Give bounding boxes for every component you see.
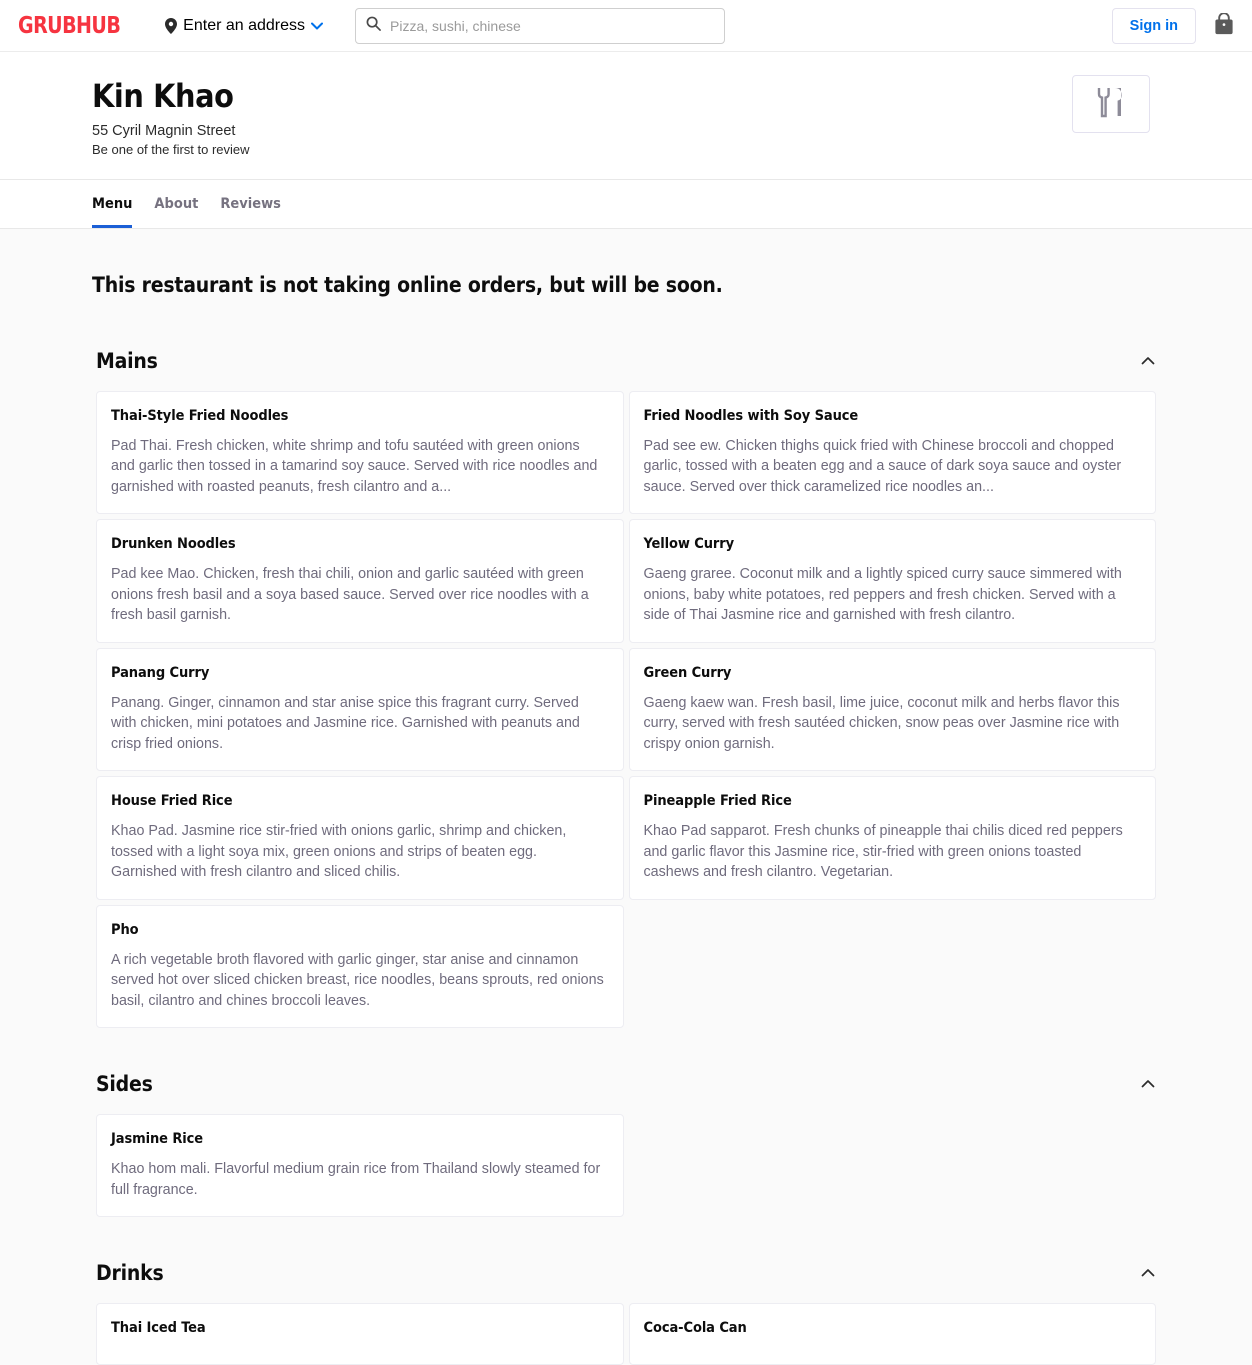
menu-item-description: Khao Pad. Jasmine rice stir-fried with o… bbox=[111, 823, 567, 881]
menu-item-description: Pad Thai. Fresh chicken, white shrimp an… bbox=[111, 437, 598, 495]
fork-and-knife-icon bbox=[1096, 85, 1126, 124]
menu-item-grid-sides: Jasmine Rice Khao hom mali. Flavorful me… bbox=[92, 1114, 1160, 1218]
menu-item-name: Pineapple Fried Rice bbox=[643, 793, 792, 810]
menu-item-name: Drunken Noodles bbox=[111, 536, 236, 553]
search-icon bbox=[366, 16, 381, 36]
menu-section-sides: Sides Jasmine Rice Khao hom mali. Flavor… bbox=[92, 1072, 1160, 1218]
chevron-up-icon[interactable] bbox=[1140, 353, 1156, 369]
top-bar-actions: Sign in bbox=[1111, 7, 1236, 44]
menu-item-card[interactable]: Pho A rich vegetable broth flavored with… bbox=[96, 904, 624, 1029]
menu-item-description: Pad kee Mao. Chicken, fresh thai chili, … bbox=[111, 566, 589, 624]
menu-item-card[interactable]: Thai Iced Tea bbox=[96, 1303, 624, 1365]
menu-item-name: Thai-Style Fried Noodles bbox=[111, 407, 289, 424]
menu-item-name: Yellow Curry bbox=[643, 536, 735, 553]
menu-item-description: Khao Pad sapparot. Fresh chunks of pinea… bbox=[643, 823, 1123, 881]
search-input[interactable] bbox=[390, 17, 715, 34]
tab-list: Menu About Reviews bbox=[92, 180, 1160, 228]
shopping-bag-icon bbox=[1214, 12, 1234, 38]
tab-menu[interactable]: Menu bbox=[92, 180, 133, 228]
address-selector[interactable]: Enter an address bbox=[165, 16, 324, 35]
section-title-sides: Sides bbox=[96, 1072, 153, 1097]
section-header-sides[interactable]: Sides bbox=[92, 1072, 1160, 1114]
menu-item-card[interactable]: House Fried Rice Khao Pad. Jasmine rice … bbox=[96, 776, 624, 900]
restaurant-tabs-bar: Menu About Reviews bbox=[0, 179, 1252, 229]
menu-item-description: Panang. Ginger, cinnamon and star anise … bbox=[111, 694, 580, 752]
menu-item-grid-drinks: Thai Iced Tea Coca-Cola Can bbox=[92, 1303, 1160, 1365]
menu-item-description: A rich vegetable broth flavored with gar… bbox=[111, 951, 604, 1009]
shopping-bag-button[interactable] bbox=[1212, 11, 1236, 40]
menu-item-card[interactable]: Coca-Cola Can bbox=[628, 1303, 1156, 1365]
section-header-drinks[interactable]: Drinks bbox=[92, 1261, 1160, 1303]
menu-item-name: House Fried Rice bbox=[111, 793, 233, 810]
menu-item-name: Jasmine Rice bbox=[111, 1131, 204, 1148]
menu-item-grid-mains: Thai-Style Fried Noodles Pad Thai. Fresh… bbox=[92, 390, 1160, 1029]
menu-section-drinks: Drinks Thai Iced Tea Coca-Cola Can bbox=[92, 1261, 1160, 1365]
section-title-mains: Mains bbox=[96, 348, 158, 373]
order-status-notice: This restaurant is not taking online ord… bbox=[92, 272, 723, 297]
restaurant-logo-placeholder bbox=[1072, 75, 1150, 133]
restaurant-review-status: Be one of the first to review bbox=[92, 141, 250, 157]
menu-item-description: Khao hom mali. Flavorful medium grain ri… bbox=[111, 1161, 601, 1198]
tab-about[interactable]: About bbox=[154, 180, 198, 228]
menu-section-mains: Mains Thai-Style Fried Noodles Pad Thai.… bbox=[92, 349, 1160, 1029]
section-header-mains[interactable]: Mains bbox=[92, 349, 1160, 391]
menu-item-card[interactable]: Yellow Curry Gaeng graree. Coconut milk … bbox=[628, 519, 1156, 643]
menu-item-card[interactable]: Green Curry Gaeng kaew wan. Fresh basil,… bbox=[628, 647, 1156, 772]
menu-item-name: Pho bbox=[111, 921, 139, 938]
menu-item-name: Fried Noodles with Soy Sauce bbox=[643, 407, 859, 424]
chevron-up-icon[interactable] bbox=[1140, 1076, 1156, 1092]
top-navigation-bar: GRUBHUB Enter an address Sign in bbox=[0, 0, 1252, 52]
section-title-drinks: Drinks bbox=[96, 1261, 164, 1286]
menu-item-description: Pad see ew. Chicken thighs quick fried w… bbox=[643, 437, 1122, 495]
menu-content: This restaurant is not taking online ord… bbox=[0, 228, 1252, 1365]
tab-reviews[interactable]: Reviews bbox=[220, 180, 281, 228]
menu-item-card[interactable]: Panang Curry Panang. Ginger, cinnamon an… bbox=[96, 647, 624, 772]
menu-item-name: Green Curry bbox=[643, 664, 732, 681]
menu-item-card[interactable]: Thai-Style Fried Noodles Pad Thai. Fresh… bbox=[96, 390, 624, 515]
chevron-down-icon bbox=[311, 22, 324, 30]
menu-item-card[interactable]: Pineapple Fried Rice Khao Pad sapparot. … bbox=[628, 776, 1156, 900]
search-bar[interactable] bbox=[355, 7, 726, 44]
restaurant-address: 55 Cyril Magnin Street bbox=[92, 122, 236, 139]
menu-item-card[interactable]: Fried Noodles with Soy Sauce Pad see ew.… bbox=[628, 390, 1156, 515]
menu-item-name: Coca-Cola Can bbox=[643, 1320, 747, 1337]
menu-item-name: Panang Curry bbox=[111, 664, 210, 681]
menu-item-card[interactable]: Jasmine Rice Khao hom mali. Flavorful me… bbox=[96, 1114, 624, 1218]
menu-item-description: Gaeng kaew wan. Fresh basil, lime juice,… bbox=[643, 694, 1120, 752]
address-label: Enter an address bbox=[183, 16, 306, 34]
location-pin-icon bbox=[165, 17, 178, 34]
sign-in-button[interactable]: Sign in bbox=[1111, 7, 1196, 44]
menu-item-description: Gaeng graree. Coconut milk and a lightly… bbox=[643, 566, 1122, 624]
grubhub-logo[interactable]: GRUBHUB bbox=[18, 13, 121, 39]
menu-item-card[interactable]: Drunken Noodles Pad kee Mao. Chicken, fr… bbox=[96, 519, 624, 643]
chevron-up-icon[interactable] bbox=[1140, 1265, 1156, 1281]
menu-item-name: Thai Iced Tea bbox=[111, 1320, 206, 1337]
restaurant-header: Kin Khao 55 Cyril Magnin Street Be one o… bbox=[0, 52, 1252, 180]
page-title: Kin Khao bbox=[92, 77, 234, 115]
